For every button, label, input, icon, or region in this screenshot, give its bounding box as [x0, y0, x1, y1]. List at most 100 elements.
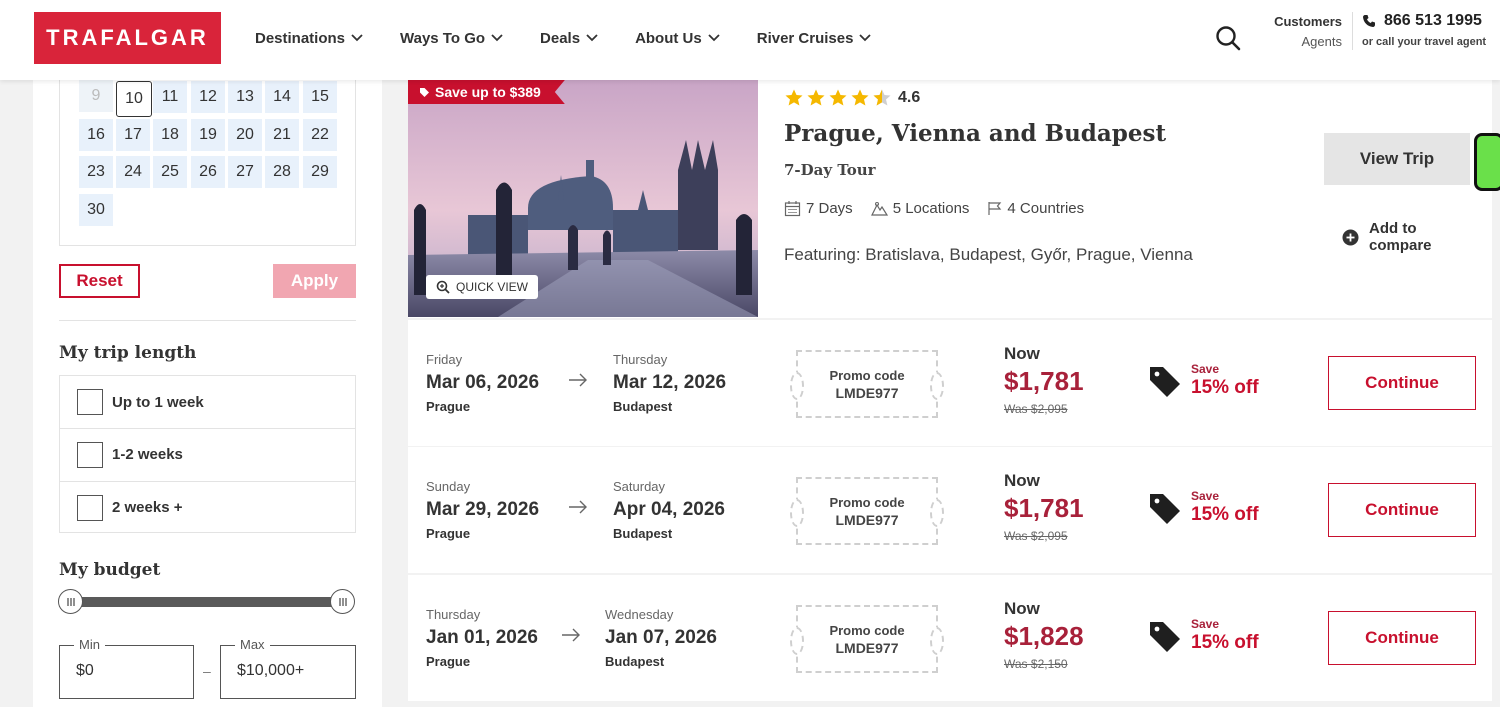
tour-facts: 7 Days 5 Locations 4 Countries	[784, 200, 1102, 217]
calendar-day[interactable]: 20	[228, 119, 262, 151]
calendar-day[interactable]: 29	[303, 156, 337, 188]
nav-river-cruises[interactable]: River Cruises	[757, 30, 873, 47]
calendar-day[interactable]: 13	[228, 81, 262, 113]
budget-slider-track[interactable]	[71, 597, 344, 607]
now-label: Now	[1004, 344, 1040, 363]
quick-view-button[interactable]: QUICK VIEW	[426, 275, 539, 299]
end-weekday: Saturday	[613, 479, 666, 494]
star-icon	[829, 89, 847, 106]
save-badge: Save up to $389	[408, 80, 565, 104]
departure-row: Friday Mar 06, 2026 Prague Thursday Mar …	[408, 320, 1492, 446]
calendar-day[interactable]: 14	[265, 81, 299, 113]
promo-code: LMDE977	[835, 639, 899, 656]
continue-button[interactable]: Continue	[1328, 356, 1476, 410]
price-tag-icon	[1150, 367, 1180, 397]
nav-label: Ways To Go	[400, 29, 486, 47]
calendar-day-selected[interactable]: 10	[116, 81, 152, 117]
save-percent: 15% off	[1191, 377, 1259, 398]
featuring-cities: Featuring: Bratislava, Budapest, Győr, P…	[784, 245, 1193, 264]
promo-label: Promo code	[829, 367, 905, 383]
save-percent: 15% off	[1191, 504, 1259, 525]
calendar-day[interactable]: 30	[79, 194, 113, 226]
chevron-down-icon	[491, 34, 503, 42]
ticket-notch	[930, 627, 944, 655]
tour-photo[interactable]: Save up to $389 QUICK VIEW	[408, 80, 758, 317]
budget-max-handle[interactable]	[330, 589, 355, 614]
trip-length-title: My trip length	[59, 343, 197, 363]
reset-button[interactable]: Reset	[59, 264, 140, 298]
nav-deals[interactable]: Deals	[540, 30, 599, 47]
floating-widget-tab[interactable]	[1474, 133, 1500, 191]
ticket-notch	[930, 499, 944, 527]
start-weekday: Thursday	[426, 607, 481, 622]
calendar-day[interactable]: 11	[153, 81, 187, 113]
field-label: Min	[74, 637, 105, 652]
trip-length-option[interactable]: Up to 1 week	[60, 376, 355, 428]
end-weekday: Thursday	[613, 352, 668, 367]
phone-subtext: or call your travel agent	[1362, 36, 1487, 48]
trafalgar-logo[interactable]: TRAFALGAR	[34, 12, 221, 64]
save-label: Save	[1191, 489, 1220, 503]
flag-icon	[988, 202, 1002, 215]
calendar-day[interactable]: 12	[191, 81, 225, 113]
calendar-day[interactable]: 22	[303, 119, 337, 151]
budget-min-handle[interactable]	[58, 589, 83, 614]
checkbox[interactable]	[77, 494, 103, 521]
calendar-day[interactable]: 27	[228, 156, 262, 188]
calendar-day[interactable]: 18	[153, 119, 187, 151]
calendar-day[interactable]: 24	[116, 156, 150, 188]
trip-length-option[interactable]: 2 weeks +	[60, 481, 355, 533]
nav-label: River Cruises	[756, 29, 854, 47]
search-icon[interactable]	[1214, 24, 1242, 52]
calendar-day[interactable]: 17	[116, 119, 150, 151]
field-label: Max	[235, 637, 270, 652]
trip-length-option[interactable]: 1-2 weeks	[60, 428, 355, 480]
continue-button[interactable]: Continue	[1328, 483, 1476, 537]
promo-code-box: Promo code LMDE977	[790, 605, 944, 673]
calendar-day[interactable]: 16	[79, 119, 113, 151]
divider	[59, 320, 356, 321]
calendar-day[interactable]: 19	[191, 119, 225, 151]
checkbox[interactable]	[77, 441, 103, 468]
price-tag-icon	[1150, 494, 1180, 524]
calendar-day[interactable]: 28	[265, 156, 299, 188]
calendar-day[interactable]: 23	[79, 156, 113, 188]
calendar-day[interactable]: 25	[153, 156, 187, 188]
plus-circle-icon	[1342, 229, 1359, 245]
calendar-icon	[784, 201, 801, 217]
tour-title[interactable]: Prague, Vienna and Budapest	[784, 120, 1166, 147]
calendar-day[interactable]: 21	[265, 119, 299, 151]
save-label: Save	[1191, 617, 1220, 631]
apply-button[interactable]: Apply	[273, 264, 356, 298]
calendar-day[interactable]: 15	[303, 81, 337, 113]
add-to-compare[interactable]: Add to compare	[1342, 220, 1441, 254]
view-trip-button[interactable]: View Trip	[1324, 133, 1470, 185]
promo-label: Promo code	[829, 622, 905, 638]
calendar-day[interactable]: 26	[191, 156, 225, 188]
trip-length-options: Up to 1 week 1-2 weeks 2 weeks +	[59, 375, 356, 533]
start-date: Jan 01, 2026	[426, 627, 538, 648]
save-badge-text: Save up to $389	[435, 84, 541, 100]
ticket-notch	[930, 372, 944, 400]
nav-ways-to-go[interactable]: Ways To Go	[400, 30, 504, 47]
locations-fact: 5 Locations	[870, 200, 969, 217]
customers-link[interactable]: Customers	[1262, 12, 1342, 32]
budget-min-field[interactable]: Min $0	[59, 637, 194, 699]
chevron-down-icon	[859, 34, 872, 42]
budget-max-field[interactable]: Max $10,000+	[220, 637, 356, 699]
tour-duration: 7-Day Tour	[784, 161, 876, 179]
ticket-notch	[790, 499, 804, 527]
continue-button[interactable]: Continue	[1328, 611, 1476, 665]
nav-about-us[interactable]: About Us	[635, 30, 721, 47]
save-percent: 15% off	[1191, 632, 1259, 653]
countries-text: 4 Countries	[1007, 200, 1085, 217]
phone-number[interactable]: 866 513 1995	[1362, 12, 1482, 30]
phone-text: 866 513 1995	[1384, 12, 1482, 29]
nav-destinations[interactable]: Destinations	[255, 30, 364, 47]
divider	[1352, 12, 1353, 50]
agents-link[interactable]: Agents	[1262, 32, 1342, 52]
option-label: 2 weeks +	[112, 499, 183, 516]
checkbox[interactable]	[77, 389, 103, 415]
range-separator: –	[203, 663, 211, 679]
departure-row: Sunday Mar 29, 2026 Prague Saturday Apr …	[408, 447, 1492, 573]
